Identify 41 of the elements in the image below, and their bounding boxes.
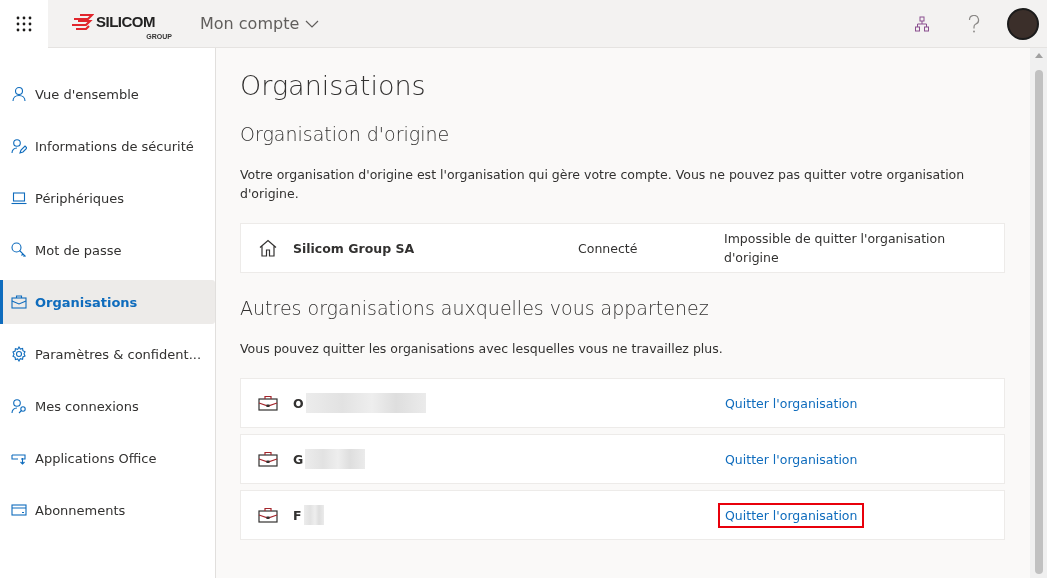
chevron-down-icon — [305, 19, 320, 28]
page-title: Organisations — [240, 70, 427, 101]
briefcase-icon — [258, 507, 278, 523]
leave-note: Impossible de quitter l'organisation d'origine — [724, 230, 947, 267]
briefcase-icon — [258, 395, 278, 411]
sidebar-item[interactable]: Mes connexions — [0, 384, 215, 428]
leave-organization-link[interactable]: Quitter l'organisation — [718, 446, 865, 472]
section-description: Vous pouvez quitter les organisations avec lesquelles vous ne travaillez plus. — [240, 340, 724, 358]
connection-status: Connecté — [578, 239, 639, 258]
card-icon — [11, 502, 27, 518]
app-launcher-icon[interactable] — [0, 0, 48, 48]
sidebar-item[interactable]: Informations de sécurité — [0, 124, 215, 168]
scrollbar[interactable] — [1030, 48, 1047, 578]
sidebar-item[interactable]: Mot de passe — [0, 228, 215, 272]
laptop-icon — [11, 190, 27, 206]
person-icon — [11, 86, 27, 102]
organization-name: O — [293, 395, 304, 411]
section-heading: Organisation d'origine — [240, 123, 451, 145]
home-icon — [258, 239, 278, 257]
section-description: Votre organisation d'origine est l'organisation qui gère votre compte. Vous ne pouvez pas quitter votre organisation d'origine. — [240, 166, 966, 203]
sidebar-item[interactable]: Applications Office — [0, 436, 215, 480]
person-pen-icon — [11, 138, 27, 154]
sidebar-item[interactable]: Vue d'ensemble — [0, 72, 215, 116]
gear-icon — [11, 346, 27, 362]
key-icon — [11, 242, 27, 258]
scroll-up-icon[interactable] — [1034, 52, 1043, 58]
leave-organization-link[interactable]: Quitter l'organisation — [718, 502, 865, 528]
sidebar-item[interactable]: Abonnements — [0, 488, 215, 532]
organization-name: Silicom Group SA — [293, 240, 416, 256]
account-menu[interactable]: Mon compte — [200, 14, 320, 33]
sidebar-item[interactable]: Organisations — [0, 280, 215, 324]
organization-name: F — [293, 507, 302, 523]
section-heading: Autres organisations auxquelles vous appartenez — [240, 297, 710, 319]
briefcase-icon — [11, 294, 27, 310]
sidebar-item[interactable]: Périphériques — [0, 176, 215, 220]
leave-organization-link[interactable]: Quitter l'organisation — [718, 390, 865, 416]
person-key-icon — [11, 398, 27, 414]
briefcase-icon — [258, 451, 278, 467]
organization-name: G — [293, 451, 304, 467]
user-avatar[interactable] — [1007, 7, 1039, 40]
sidebar-item[interactable]: Paramètres & confident... — [0, 332, 215, 376]
